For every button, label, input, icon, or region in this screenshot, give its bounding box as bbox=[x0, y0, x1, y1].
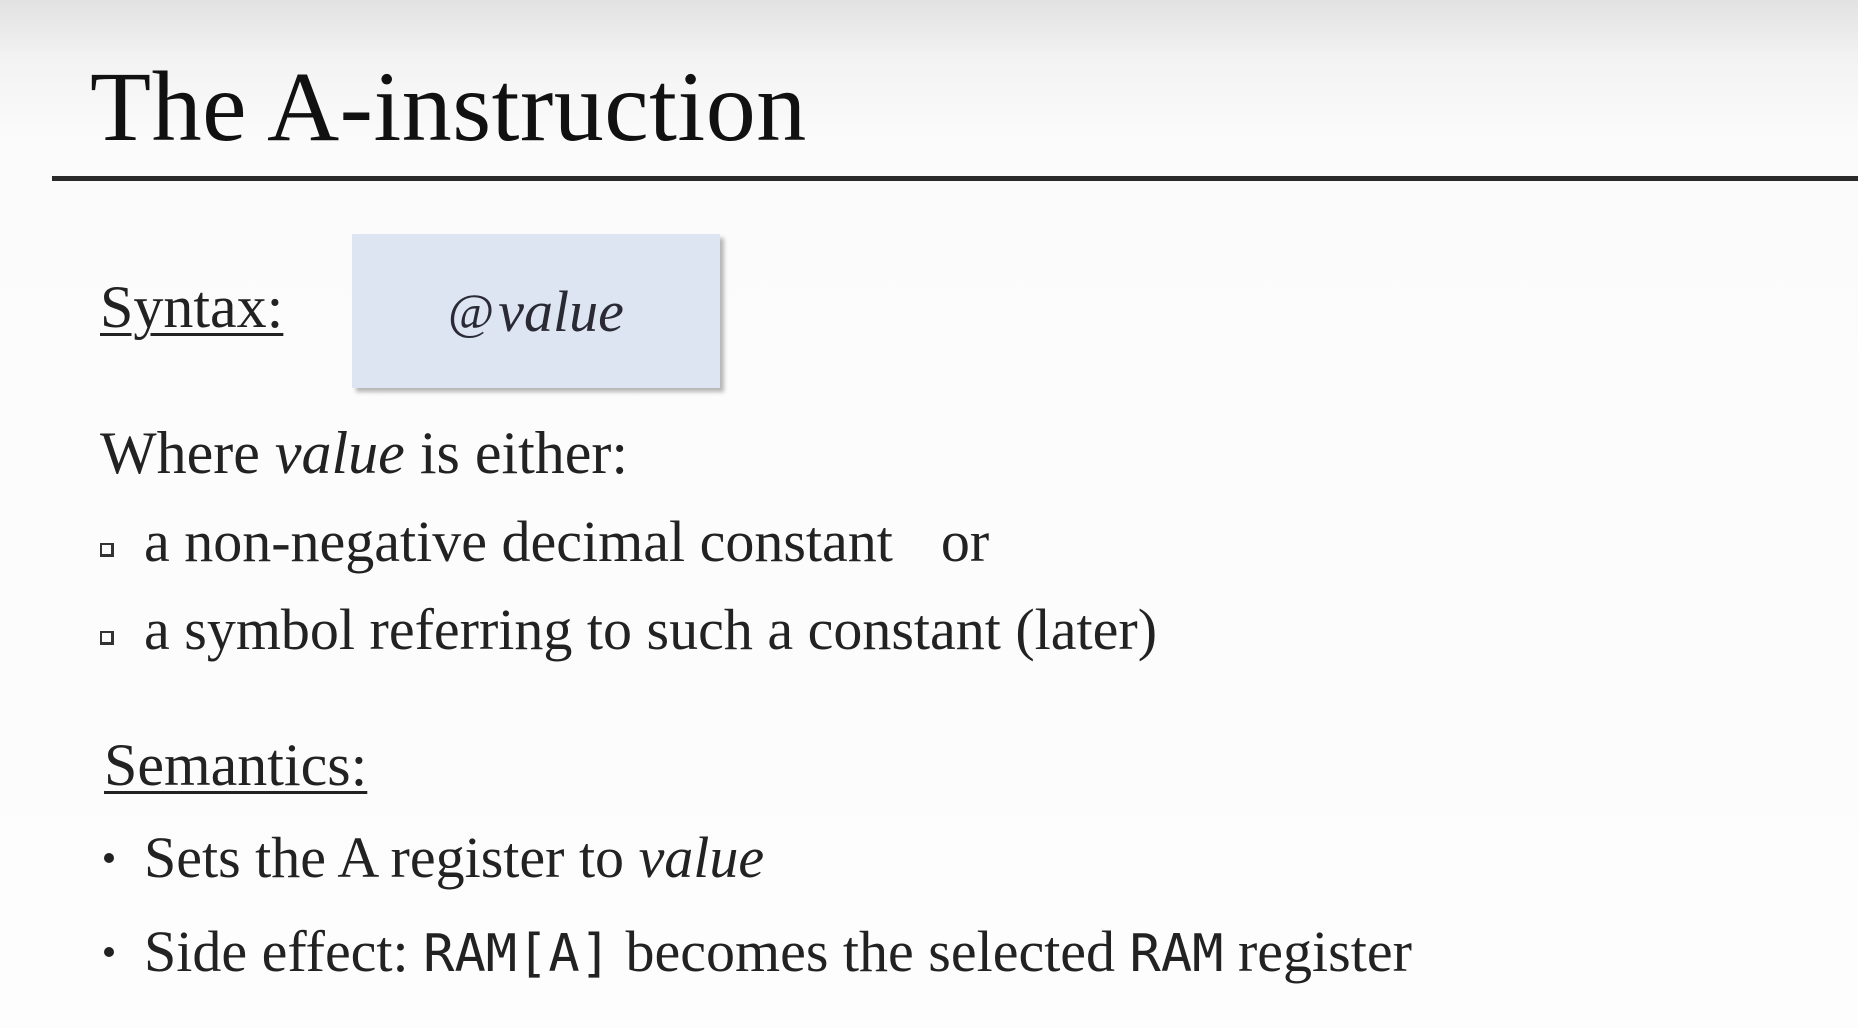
semantics-item-side-effect: Side effect: RAM[A] becomes the selected… bbox=[104, 920, 1412, 984]
sem-item1-value: value bbox=[638, 825, 765, 890]
where-line: Where value is either: bbox=[100, 420, 628, 486]
semantics-item-sets-register: Sets the A register to value bbox=[104, 826, 764, 890]
slide-title: The A-instruction bbox=[90, 51, 807, 162]
sem-item2-middle: becomes the selected bbox=[611, 919, 1130, 984]
bullet-dot-icon bbox=[104, 947, 114, 957]
semantics-label: Semantics: bbox=[104, 732, 368, 798]
option-decimal-text: a non-negative decimal constant bbox=[144, 509, 893, 574]
bullet-dot-icon bbox=[104, 853, 114, 863]
title-divider bbox=[52, 176, 1858, 181]
option-or-word: or bbox=[940, 509, 990, 574]
hollow-square-bullet-icon bbox=[100, 631, 114, 645]
where-prefix: Where bbox=[100, 420, 275, 486]
syntax-box: @ value bbox=[352, 234, 720, 388]
where-value-word: value bbox=[274, 420, 405, 486]
sem-item2-suffix: register bbox=[1223, 919, 1412, 984]
sem-item1-prefix: Sets the A register to bbox=[144, 825, 639, 890]
option-item-symbol: a symbol referring to such a constant (l… bbox=[100, 598, 1157, 662]
option-symbol-text: a symbol referring to such a constant (l… bbox=[144, 597, 1158, 662]
at-sign: @ bbox=[448, 283, 495, 339]
where-suffix: is either: bbox=[404, 420, 629, 486]
hollow-square-bullet-icon bbox=[100, 543, 114, 557]
syntax-label: Syntax: bbox=[100, 274, 284, 340]
sem-item2-code-ram-a: RAM[A] bbox=[423, 924, 611, 984]
syntax-value-word: value bbox=[498, 278, 624, 344]
sem-item2-code-ram: RAM bbox=[1129, 924, 1224, 984]
option-item-decimal: a non-negative decimal constant or bbox=[100, 510, 989, 574]
sem-item2-prefix: Side effect: bbox=[144, 919, 424, 984]
